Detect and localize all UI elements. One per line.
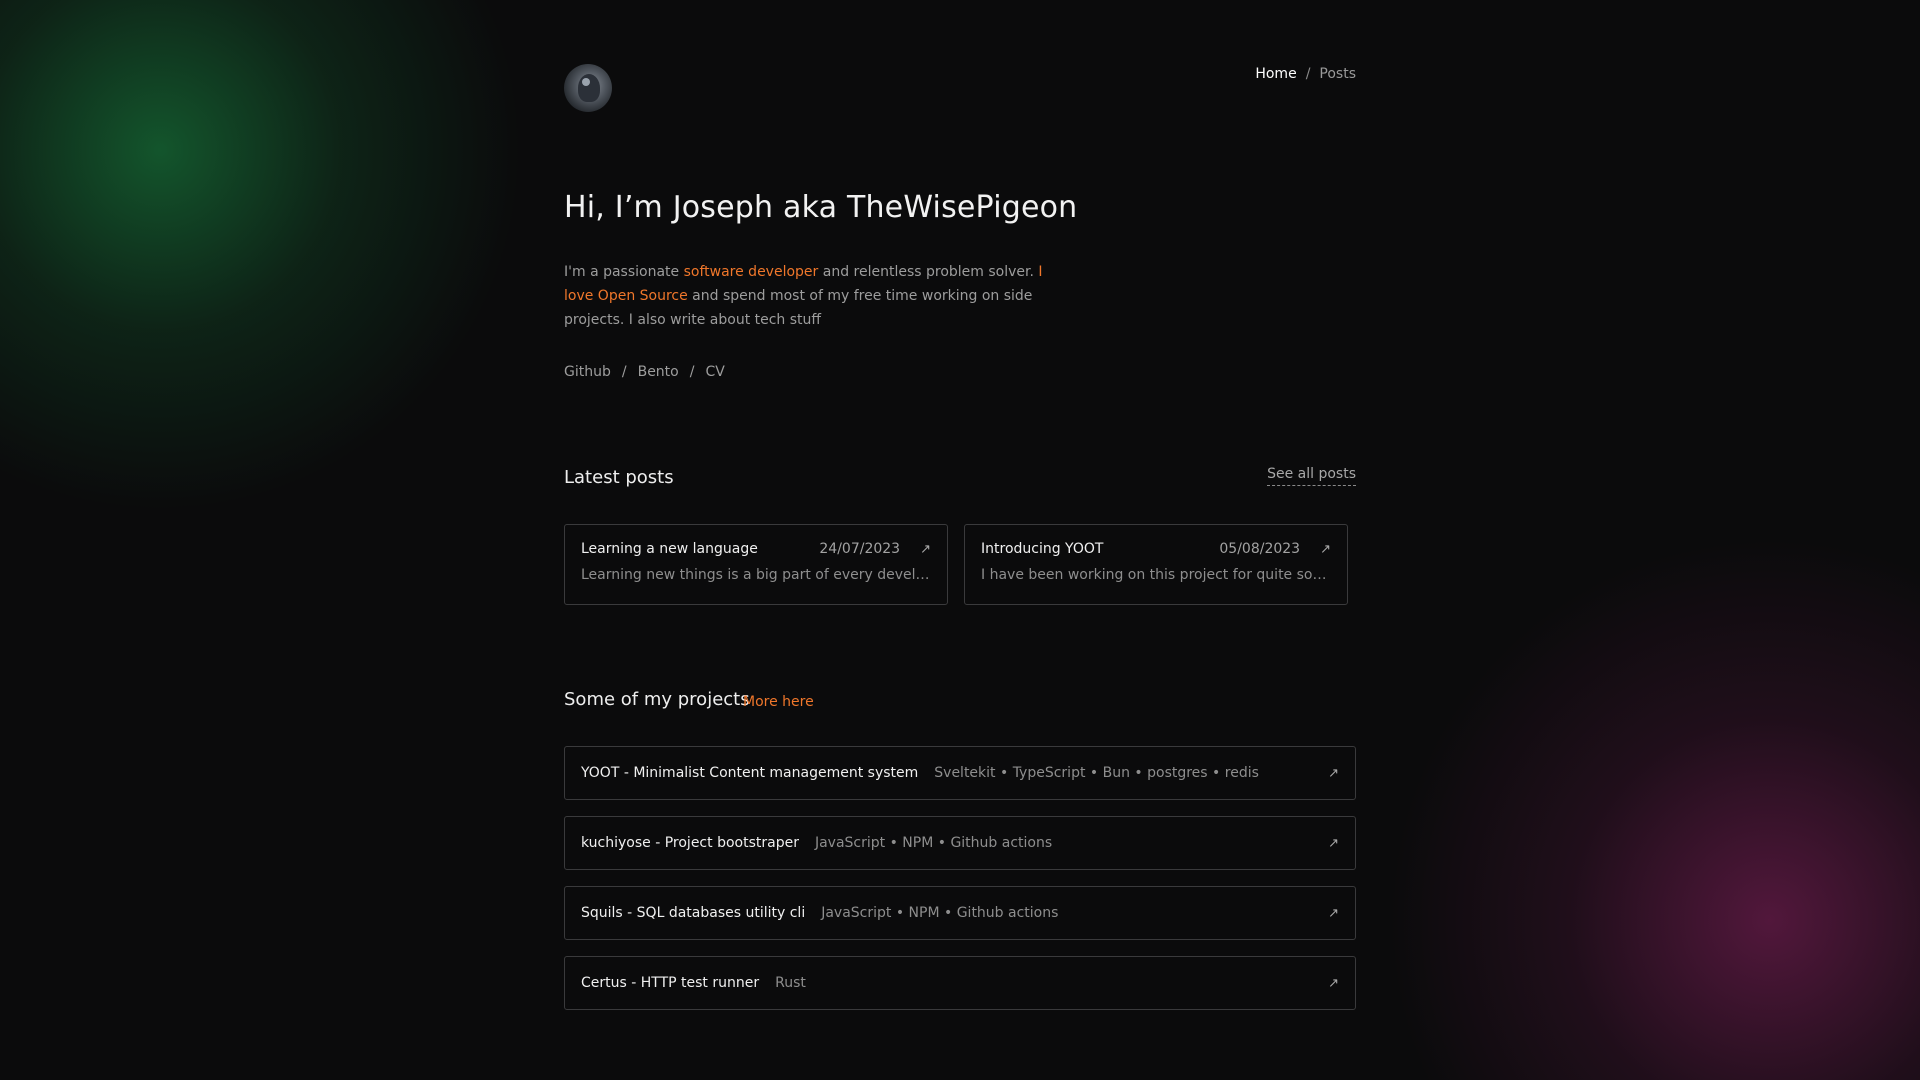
arrow-up-right-icon: ↗: [1328, 765, 1339, 781]
bento-link[interactable]: Bento: [638, 364, 679, 380]
link-separator: /: [689, 364, 695, 380]
project-row[interactable]: YOOT - Minimalist Content management sys…: [564, 746, 1356, 800]
social-links: Github / Bento / CV: [564, 364, 725, 380]
project-name: Squils - SQL databases utility cli: [581, 905, 806, 921]
project-tags: JavaScript • NPM • Github actions: [814, 835, 1053, 851]
project-row[interactable]: Certus - HTTP test runner Rust ↗: [564, 956, 1356, 1010]
arrow-up-right-icon: ↗: [1328, 835, 1339, 851]
post-title: Learning a new language: [581, 541, 758, 557]
arrow-up-right-icon: ↗: [1328, 905, 1339, 921]
project-row[interactable]: kuchiyose - Project bootstraper JavaScri…: [564, 816, 1356, 870]
see-all-posts-link[interactable]: See all posts: [1267, 466, 1356, 486]
nav-posts-link[interactable]: Posts: [1319, 66, 1356, 82]
project-tags: JavaScript • NPM • Github actions: [821, 905, 1059, 921]
arrow-up-right-icon: ↗: [920, 541, 931, 557]
project-row[interactable]: Squils - SQL databases utility cli JavaS…: [564, 886, 1356, 940]
project-tags: Sveltekit • TypeScript • Bun • postgres …: [934, 765, 1259, 781]
avatar[interactable]: [564, 64, 612, 112]
intro-text: I'm a passionate software developer and …: [564, 260, 1054, 332]
arrow-up-right-icon: ↗: [1320, 541, 1331, 557]
latest-posts-heading: Latest posts: [564, 467, 674, 488]
post-card[interactable]: Learning a new language 24/07/2023 ↗ Lea…: [564, 524, 948, 605]
link-separator: /: [621, 364, 627, 380]
project-tags: Rust: [775, 975, 806, 991]
project-name: YOOT - Minimalist Content management sys…: [581, 765, 919, 781]
post-date: 24/07/2023: [819, 541, 901, 557]
software-developer-link[interactable]: software developer: [684, 264, 819, 280]
projects-heading: Some of my projects: [564, 689, 750, 710]
arrow-up-right-icon: ↗: [1328, 975, 1339, 991]
nav-home-link[interactable]: Home: [1255, 66, 1296, 82]
cv-link[interactable]: CV: [705, 364, 724, 380]
project-name: Certus - HTTP test runner: [581, 975, 760, 991]
post-title: Introducing YOOT: [981, 541, 1104, 557]
github-link[interactable]: Github: [564, 364, 611, 380]
project-name: kuchiyose - Project bootstraper: [581, 835, 799, 851]
post-excerpt: I have been working on this project for …: [981, 567, 1331, 583]
intro-segment: I'm a passionate: [564, 264, 684, 280]
post-excerpt: Learning new things is a big part of eve…: [581, 567, 931, 583]
post-card[interactable]: Introducing YOOT 05/08/2023 ↗ I have bee…: [964, 524, 1348, 605]
page-title: Hi, I’m Joseph aka TheWisePigeon: [564, 190, 1078, 225]
pigeon-image: [578, 74, 600, 102]
nav-separator: /: [1305, 66, 1311, 82]
more-projects-link[interactable]: More here: [743, 694, 814, 710]
intro-segment: and relentless problem solver.: [818, 264, 1039, 280]
page-container: Home / Posts Hi, I’m Joseph aka TheWiseP…: [564, 0, 1356, 1080]
top-nav: Home / Posts: [1255, 66, 1356, 82]
post-date: 05/08/2023: [1219, 541, 1301, 557]
